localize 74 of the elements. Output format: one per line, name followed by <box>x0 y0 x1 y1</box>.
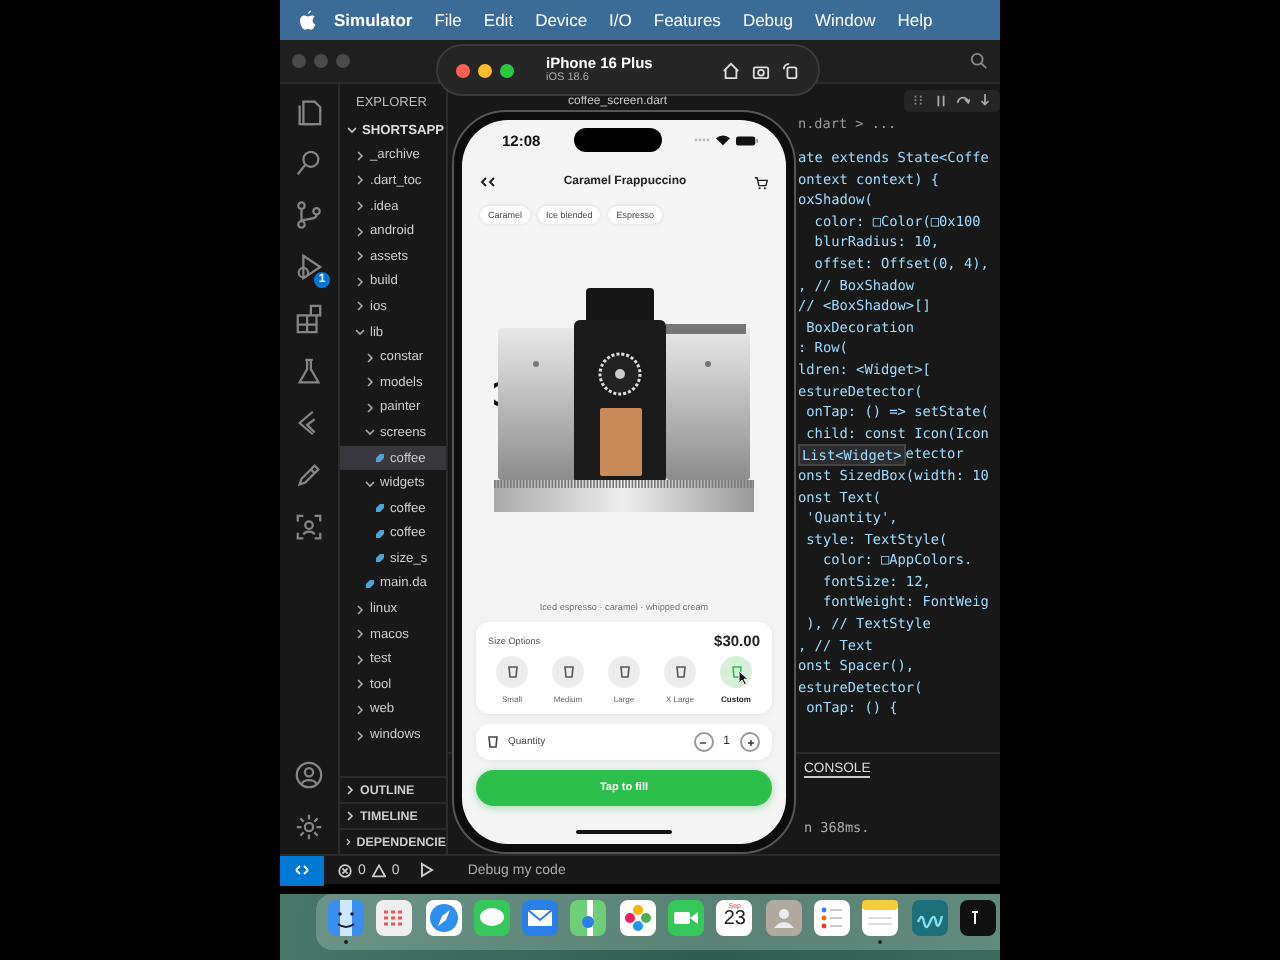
app-menu[interactable]: Simulator <box>316 10 424 30</box>
video-camera-icon[interactable] <box>668 900 705 936</box>
flask-icon[interactable] <box>294 356 324 386</box>
menu-item[interactable]: Edit <box>472 10 525 30</box>
battery-icon <box>736 135 758 145</box>
cup-icon <box>507 666 517 678</box>
camera-icon[interactable] <box>752 61 770 79</box>
remote-button[interactable] <box>280 855 324 885</box>
face-icon[interactable] <box>328 900 364 936</box>
account-icon[interactable] <box>294 760 324 790</box>
chevron-right-icon <box>344 810 356 822</box>
pause-icon[interactable] <box>934 93 948 107</box>
speech-bubble-icon[interactable] <box>473 900 510 936</box>
scan-icon[interactable] <box>294 512 324 542</box>
settings-icon[interactable] <box>294 812 324 842</box>
wifi-icon <box>716 134 730 146</box>
cup-icon <box>488 736 498 748</box>
flower-icon[interactable] <box>619 900 656 936</box>
menu-item[interactable]: Window <box>804 10 887 30</box>
step-into-icon[interactable] <box>978 93 992 107</box>
size-button[interactable] <box>720 656 752 688</box>
file-icon <box>374 452 386 465</box>
chevron-down-icon <box>346 124 358 137</box>
tv-icon[interactable] <box>959 900 996 936</box>
checklist-icon[interactable] <box>813 900 850 936</box>
cup-icon <box>675 666 685 678</box>
map-icon[interactable] <box>570 900 607 936</box>
apple-logo-icon <box>298 10 316 30</box>
rotate-icon[interactable] <box>782 61 800 79</box>
grip-icon[interactable] <box>912 93 926 107</box>
menu-item[interactable]: Help <box>886 10 944 30</box>
menu-item[interactable]: Features <box>642 10 732 30</box>
search-icon[interactable] <box>970 52 988 70</box>
search-icon[interactable] <box>294 148 324 178</box>
calendar-day: 23 <box>723 910 746 930</box>
extensions-icon[interactable] <box>294 304 324 334</box>
menu-item[interactable]: File <box>423 10 473 30</box>
menu-item[interactable]: Device <box>524 10 599 30</box>
chevron-right-icon <box>344 836 353 848</box>
home-indicator <box>576 829 672 834</box>
contact-card-icon[interactable] <box>765 900 802 936</box>
notepad-icon[interactable] <box>862 900 899 936</box>
mouse-pointer-icon <box>738 670 750 686</box>
error-icon <box>338 863 352 877</box>
chevron-down-icon <box>364 426 376 439</box>
app-grid-icon[interactable] <box>376 900 413 936</box>
envelope-icon[interactable] <box>522 900 559 936</box>
debug-run-icon[interactable] <box>417 862 434 878</box>
cup-icon <box>619 666 629 678</box>
decrease-button[interactable] <box>693 732 714 752</box>
cup-icon <box>563 666 573 678</box>
menu-item[interactable]: Debug <box>731 10 804 30</box>
cart-icon[interactable] <box>753 175 768 189</box>
branch-icon[interactable] <box>294 200 324 230</box>
chevron-down-icon <box>364 477 376 490</box>
minus-icon <box>698 737 709 747</box>
warning-icon <box>371 863 386 877</box>
plus-icon <box>745 737 755 747</box>
chevron-right-icon <box>344 784 356 796</box>
chevron-down-icon <box>354 326 366 339</box>
run-debug-icon[interactable] <box>294 252 324 282</box>
increase-button[interactable] <box>740 732 760 752</box>
back-icon[interactable] <box>480 176 496 188</box>
home-icon[interactable] <box>722 61 740 79</box>
compass-icon[interactable] <box>425 900 462 936</box>
step-over-icon[interactable] <box>956 93 970 107</box>
signal-icon <box>694 136 710 144</box>
cup-icon <box>731 666 741 678</box>
files-icon[interactable] <box>294 96 324 126</box>
menu-item[interactable]: I/O <box>598 10 643 30</box>
scribble-icon[interactable] <box>911 900 948 936</box>
pencil-icon[interactable] <box>294 460 324 490</box>
dynamic-island <box>573 128 662 152</box>
remote-icon <box>294 862 310 878</box>
